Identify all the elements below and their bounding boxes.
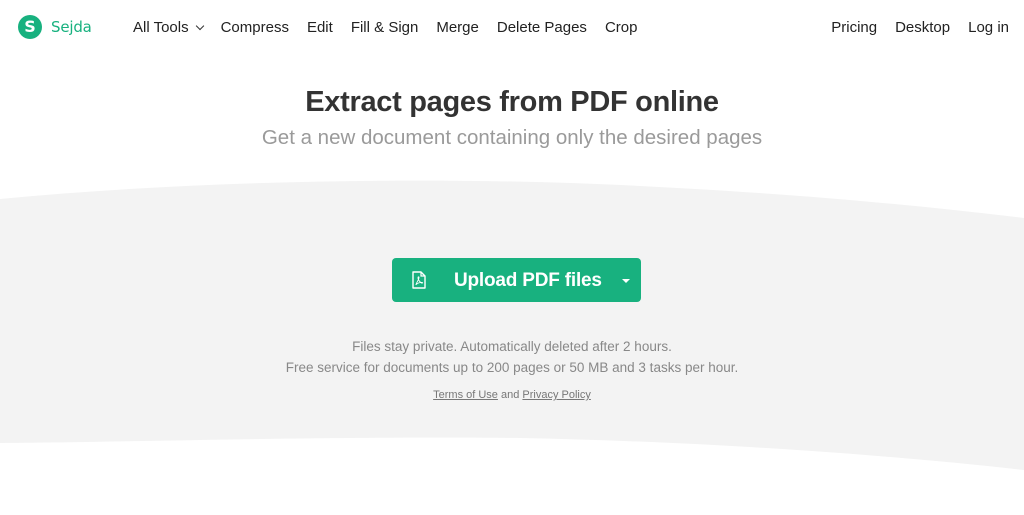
nav-pricing[interactable]: Pricing <box>831 19 877 36</box>
legal-links: Terms of Use and Privacy Policy <box>0 389 1024 401</box>
upload-pdf-button[interactable]: Upload PDF files <box>392 258 641 302</box>
upload-button-label: Upload PDF files <box>454 270 602 291</box>
pdf-file-icon <box>412 271 426 289</box>
nav-all-tools[interactable]: All Tools <box>133 19 204 36</box>
nav-desktop[interactable]: Desktop <box>895 19 950 36</box>
sejda-logo[interactable]: S Sejda <box>18 15 92 39</box>
nav-delete-pages[interactable]: Delete Pages <box>497 19 587 36</box>
sejda-logo-icon: S <box>18 15 42 39</box>
chevron-down-icon <box>195 21 204 30</box>
nav-fill-sign[interactable]: Fill & Sign <box>351 19 419 36</box>
nav-compress[interactable]: Compress <box>221 19 289 36</box>
top-navigation: S Sejda All Tools Compress Edit Fill & S… <box>0 0 1024 56</box>
nav-edit[interactable]: Edit <box>307 19 333 36</box>
main-menu: All Tools Compress Edit Fill & Sign Merg… <box>133 19 655 36</box>
page-title: Extract pages from PDF online <box>305 86 719 118</box>
page-subtitle: Get a new document containing only the d… <box>261 126 763 149</box>
upload-area-background <box>0 180 1024 470</box>
legal-conjunction: and <box>500 389 520 401</box>
privacy-note: Files stay private. Automatically delete… <box>352 339 672 354</box>
caret-down-icon[interactable] <box>611 258 641 302</box>
brand-name: Sejda <box>51 18 92 36</box>
nav-crop[interactable]: Crop <box>605 19 638 36</box>
nav-login[interactable]: Log in <box>968 19 1009 36</box>
account-menu: Pricing Desktop Log in <box>813 19 1009 36</box>
terms-of-use-link[interactable]: Terms of Use <box>433 389 498 401</box>
usage-limits-note: Free service for documents up to 200 pag… <box>285 360 739 375</box>
privacy-policy-link[interactable]: Privacy Policy <box>522 389 590 401</box>
nav-merge[interactable]: Merge <box>436 19 479 36</box>
